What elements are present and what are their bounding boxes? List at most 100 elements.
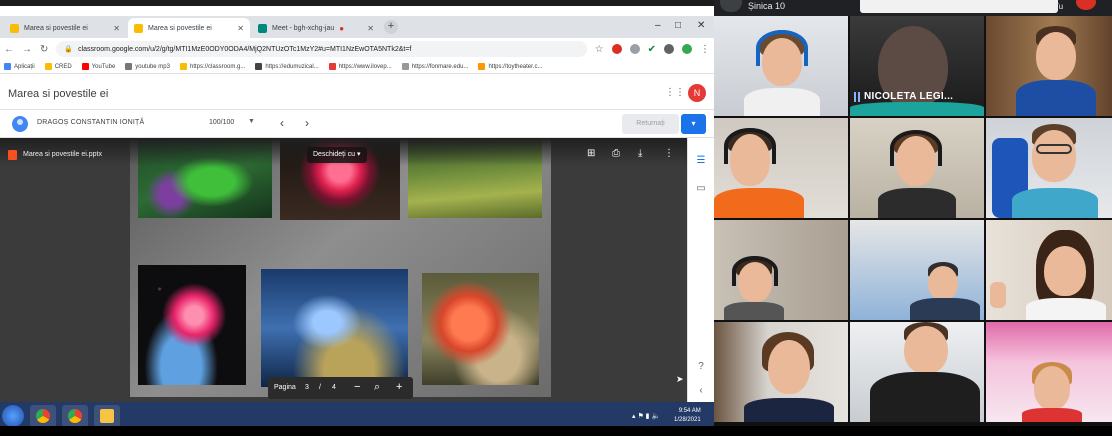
bookmark-apps[interactable]: Aplicații [4,63,35,70]
bookmark-star-icon[interactable]: ☆ [595,44,604,55]
participant-tile[interactable] [850,322,984,422]
participant-tile-speaker[interactable]: NICOLETA LEGI... [850,16,984,116]
audio-level-icon [854,92,860,102]
google-apps-icon[interactable]: ⋮⋮ [665,88,685,98]
grade-dropdown-icon[interactable]: ▼ [248,118,255,125]
glasses-icon [1036,144,1072,154]
file-name: Marea si povestile ei.pptx [23,151,102,158]
headphones-icon [890,130,942,166]
collapse-panel-icon[interactable]: ‹ [694,384,708,398]
page-label: Pagina [274,384,296,391]
bookmark-fonmare[interactable]: https://fonmare.edu... [401,63,468,70]
student-grading-bar: DRAGOȘ CONSTANTIN IONIȚĂ 100/100 ▼ ‹ › R… [0,110,714,138]
clock[interactable]: 9:54 AM 1/28/2021 [674,407,701,425]
extension-gray-icon[interactable] [629,44,640,54]
url-field[interactable]: 🔒 classroom.google.com/u/2/g/tg/MTI1MzE0… [56,41,587,57]
clock-time: 9:54 AM [678,408,701,414]
folder-icon [44,63,52,70]
classroom-header: Marea si povestile ei ⋮⋮ N [0,76,714,110]
page-total: 4 [332,384,336,391]
tab-label: Meet - bgh-xchg-jau [272,24,335,32]
back-icon[interactable]: ← [4,44,14,55]
close-tab-icon[interactable]: ✕ [237,24,244,33]
zoom-icon[interactable]: ⌕ [374,381,380,394]
apps-grid-icon [4,63,11,70]
zoom-out-icon[interactable]: − [354,381,360,393]
account-avatar[interactable]: N [688,84,706,102]
details-icon[interactable]: ☰ [694,154,708,168]
zoom-in-icon[interactable]: + [396,381,402,393]
start-button[interactable] [2,405,24,426]
taskbar-explorer[interactable] [94,405,120,426]
return-dropdown-icon[interactable]: ▾ [681,114,706,134]
profile-icon[interactable] [682,44,692,54]
comments-icon[interactable]: ▭ [694,182,708,196]
participant-tile[interactable] [986,16,1112,116]
headphones-icon [756,30,808,66]
participant-name-label: NICOLETA LEGI... [864,91,954,102]
tab-marea-1[interactable]: Marea si povestile ei ✕ [4,18,126,38]
forward-icon[interactable]: → [22,44,32,55]
participant-tile[interactable] [714,118,848,218]
maximize-button[interactable]: □ [675,20,681,31]
bookmark-classroom[interactable]: https://classroom.g... [179,63,245,70]
pptx-file-icon [8,150,17,160]
bookmark-toytheater[interactable]: https://toytheater.c... [478,63,542,70]
minimize-button[interactable]: – [655,20,661,31]
participant-tile[interactable] [714,220,848,320]
close-tab-icon[interactable]: ✕ [113,24,120,33]
mouse-cursor-icon: ➤ [676,374,684,384]
participant-tile[interactable] [986,220,1112,320]
add-to-drive-icon[interactable]: ⊞ [587,148,595,159]
reload-icon[interactable]: ↻ [40,44,48,55]
address-bar-row: ← → ↻ 🔒 classroom.google.com/u/2/g/tg/MT… [0,38,714,60]
extension-opera-icon[interactable] [611,44,622,54]
participant-tile[interactable] [714,16,848,116]
extension-check-icon[interactable]: ✔ [648,44,656,55]
participant-tile[interactable] [714,322,848,422]
help-icon[interactable]: ? [694,360,708,374]
close-window-button[interactable]: ✕ [697,20,705,31]
participant-tile[interactable] [850,220,984,320]
participant-tile[interactable] [850,118,984,218]
close-tab-icon[interactable]: ✕ [367,24,374,33]
headphones-icon [732,256,778,286]
participant-tile[interactable] [986,118,1112,218]
taskbar-chrome-2[interactable] [62,405,88,426]
tab-label: Marea si povestile ei [148,24,212,32]
taskbar-chrome-1[interactable] [30,405,56,426]
extensions-puzzle-icon[interactable] [664,44,674,54]
participant-tile[interactable] [986,322,1112,422]
new-tab-button[interactable]: + [384,20,398,34]
more-options-icon[interactable]: ⋮ [664,148,674,159]
open-with-button[interactable]: Deschideți cu ▾ [307,147,367,163]
headphones-icon [724,128,776,164]
meet-favicon-icon [258,23,267,33]
tab-marea-2[interactable]: Marea si povestile ei ✕ [128,18,250,38]
bottom-edge [0,426,1112,436]
right-side-panel: ☰ ▭ ? ‹ [687,138,714,402]
bookmark-cred[interactable]: CRED [44,63,72,70]
download-icon [125,63,133,70]
bookmark-edumuzical[interactable]: https://edumuzical... [255,63,319,70]
classroom-favicon-icon [134,23,143,33]
download-icon[interactable]: ⤓ [638,148,642,159]
tab-meet[interactable]: Meet - bgh-xchg-jau ● ✕ [252,18,380,38]
return-button[interactable]: Returnați [622,114,679,134]
bookmark-youtube[interactable]: YouTube [81,63,115,70]
windows-taskbar: ▴ ⚑ ▮ 🔈 9:54 AM 1/28/2021 [0,402,714,426]
student-name[interactable]: DRAGOȘ CONSTANTIN IONIȚĂ [37,119,144,126]
chrome-icon [68,409,82,423]
bookmark-ilovepdf[interactable]: https://www.ilovep... [328,63,392,70]
page-current[interactable]: 3 [305,384,309,391]
tab-label: Marea si povestile ei [24,24,88,32]
print-icon[interactable]: ⎙ [612,148,620,159]
system-tray-icons[interactable]: ▴ ⚑ ▮ 🔈 [632,412,660,420]
grade-value[interactable]: 100/100 [209,119,234,126]
bookmark-youtube-mp3[interactable]: youtube mp3 [125,63,170,70]
lock-icon: 🔒 [64,46,74,53]
chrome-menu-icon[interactable]: ⋮ [700,44,710,55]
next-student-icon[interactable]: › [305,116,309,130]
classroom-favicon-icon [10,23,19,33]
previous-student-icon[interactable]: ‹ [280,116,284,130]
